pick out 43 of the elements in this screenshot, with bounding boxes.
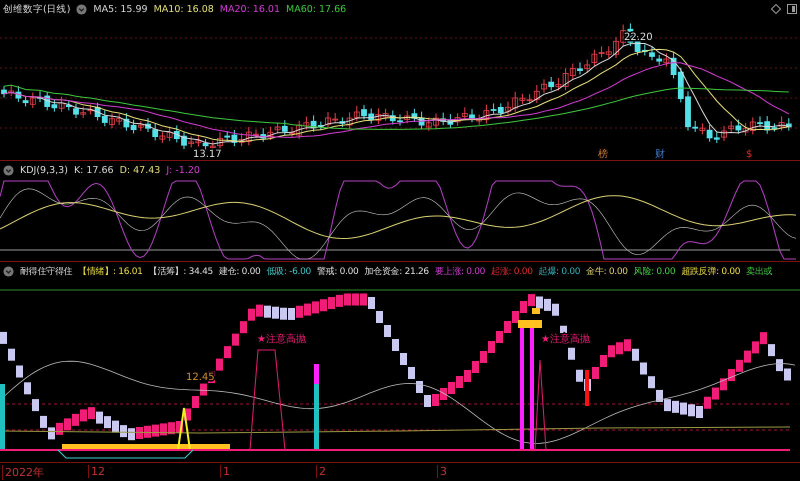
- window-icon[interactable]: [787, 4, 797, 14]
- axis-label: 2: [316, 465, 326, 478]
- signal-bar: [0, 384, 5, 450]
- indicator-title: 耐得住守得住: [20, 266, 72, 278]
- stock-title: 创维数字(日线): [3, 2, 70, 16]
- indicator-reading: 超跌反弹: 0.00: [681, 266, 740, 278]
- event-tag: 榜: [598, 149, 608, 160]
- indicator-reading: 【活筹】: 34.45: [148, 266, 213, 278]
- ma-reading: MA5: 15.99: [93, 4, 148, 14]
- indicator-reading: 建仓: 0.00: [218, 266, 260, 278]
- signal-bar: [585, 370, 589, 406]
- low-price-label: 13.17: [193, 149, 222, 160]
- axis-label: 1: [220, 465, 230, 478]
- dropdown-icon[interactable]: [3, 266, 14, 276]
- indicator-reading: 起爆: 0.00: [538, 266, 580, 278]
- event-tag: $: [746, 149, 752, 160]
- indicator-reading: 卖出或: [746, 266, 772, 278]
- indicator-reading: 加仓资金: 21.26: [364, 266, 429, 278]
- indicator-reading: 风险: 0.00: [634, 266, 676, 278]
- indicator-reading: 起涨: 0.00: [491, 266, 533, 278]
- alert-label: ★注意高抛: [541, 334, 590, 345]
- ma-reading: MA60: 17.66: [286, 4, 346, 14]
- diamond-icon[interactable]: [771, 4, 781, 14]
- indicator-reading: 要上涨: 0.00: [434, 266, 486, 278]
- dropdown-icon[interactable]: [76, 4, 88, 14]
- indicator-reading: 警戒: 0.00: [316, 266, 358, 278]
- axis-label: 3: [437, 465, 447, 478]
- kdj-reading: K: 17.66: [74, 164, 114, 176]
- kdj-reading: J: -1.20: [166, 164, 200, 176]
- ma-reading: MA20: 16.01: [220, 4, 280, 14]
- ma-reading: MA10: 16.08: [154, 4, 214, 14]
- indicator-reading: 金牛: 0.00: [586, 266, 628, 278]
- indicator-reading: 【情绪】: 16.01: [78, 266, 143, 278]
- axis-label: 2022年: [2, 465, 44, 480]
- indicator-reading: 低吸: -6.00: [266, 266, 311, 278]
- dropdown-icon[interactable]: [3, 164, 14, 176]
- event-tag: 财: [655, 149, 665, 160]
- indicator-title: KDJ(9,3,3): [20, 164, 68, 176]
- spike-line: [177, 407, 191, 450]
- alert-label: ★注意高抛: [257, 334, 306, 345]
- axis-label: 12: [88, 465, 105, 478]
- kdj-reading: D: 47.43: [120, 164, 160, 176]
- signal-bar: [532, 308, 540, 314]
